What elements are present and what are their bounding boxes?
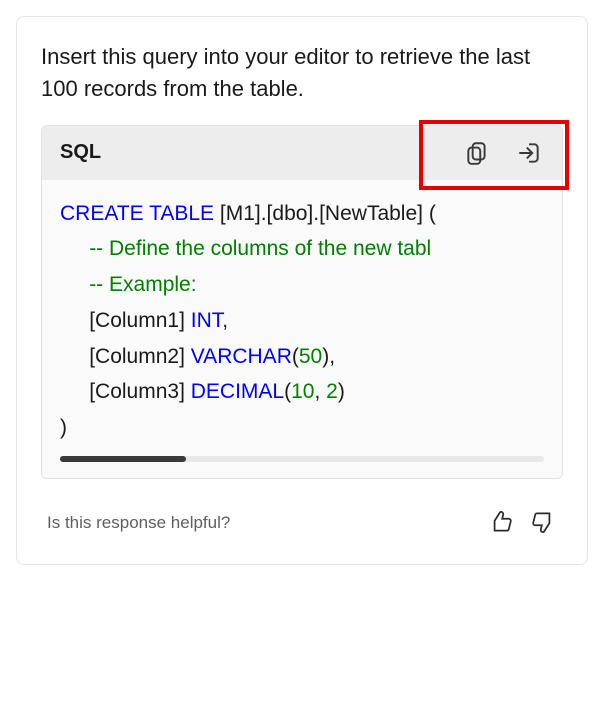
copy-button[interactable] bbox=[462, 138, 492, 168]
feedback-actions bbox=[487, 509, 557, 538]
code-header: SQL bbox=[42, 126, 562, 180]
code-token-type: INT bbox=[191, 309, 223, 332]
code-token-number: 2 bbox=[326, 380, 338, 403]
code-language-label: SQL bbox=[60, 141, 101, 164]
code-token-type: DECIMAL bbox=[191, 380, 284, 403]
code-block-wrapper: SQL bbox=[41, 125, 563, 479]
code-actions bbox=[462, 138, 544, 168]
code-token-number: 50 bbox=[299, 345, 322, 368]
code-token-keyword: CREATE TABLE bbox=[60, 202, 214, 225]
code-token-punct: , bbox=[222, 309, 228, 332]
code-token-punct: , bbox=[314, 380, 326, 403]
horizontal-scrollbar[interactable] bbox=[60, 456, 544, 462]
scrollbar-thumb[interactable] bbox=[60, 456, 186, 462]
thumbs-up-button[interactable] bbox=[487, 509, 513, 538]
feedback-row: Is this response helpful? bbox=[41, 507, 563, 540]
insert-icon bbox=[516, 140, 542, 166]
code-token-identifier: [Column1] bbox=[89, 309, 191, 332]
code-token-type: VARCHAR bbox=[191, 345, 292, 368]
code-token-comment: -- Example: bbox=[89, 273, 196, 296]
code-token-punct: ( bbox=[292, 345, 299, 368]
code-token-punct: ), bbox=[322, 345, 335, 368]
code-token-identifier: [Column2] bbox=[89, 345, 191, 368]
response-card: Insert this query into your editor to re… bbox=[16, 16, 588, 565]
copy-icon bbox=[464, 140, 490, 166]
code-block: SQL bbox=[41, 125, 563, 479]
code-token-identifier: [M1].[dbo].[NewTable] ( bbox=[214, 202, 436, 225]
insert-button[interactable] bbox=[514, 138, 544, 168]
thumbs-up-icon bbox=[487, 509, 513, 535]
thumbs-down-button[interactable] bbox=[531, 509, 557, 538]
code-token-punct: ) bbox=[338, 380, 345, 403]
thumbs-down-icon bbox=[531, 509, 557, 535]
code-body: CREATE TABLE [M1].[dbo].[NewTable] ( -- … bbox=[42, 180, 562, 478]
code-token-punct: ) bbox=[60, 416, 67, 439]
code-token-number: 10 bbox=[291, 380, 314, 403]
code-token-comment: -- Define the columns of the new tabl bbox=[89, 237, 431, 260]
code-token-identifier: [Column3] bbox=[89, 380, 191, 403]
feedback-prompt: Is this response helpful? bbox=[47, 513, 230, 533]
intro-text: Insert this query into your editor to re… bbox=[41, 41, 563, 105]
